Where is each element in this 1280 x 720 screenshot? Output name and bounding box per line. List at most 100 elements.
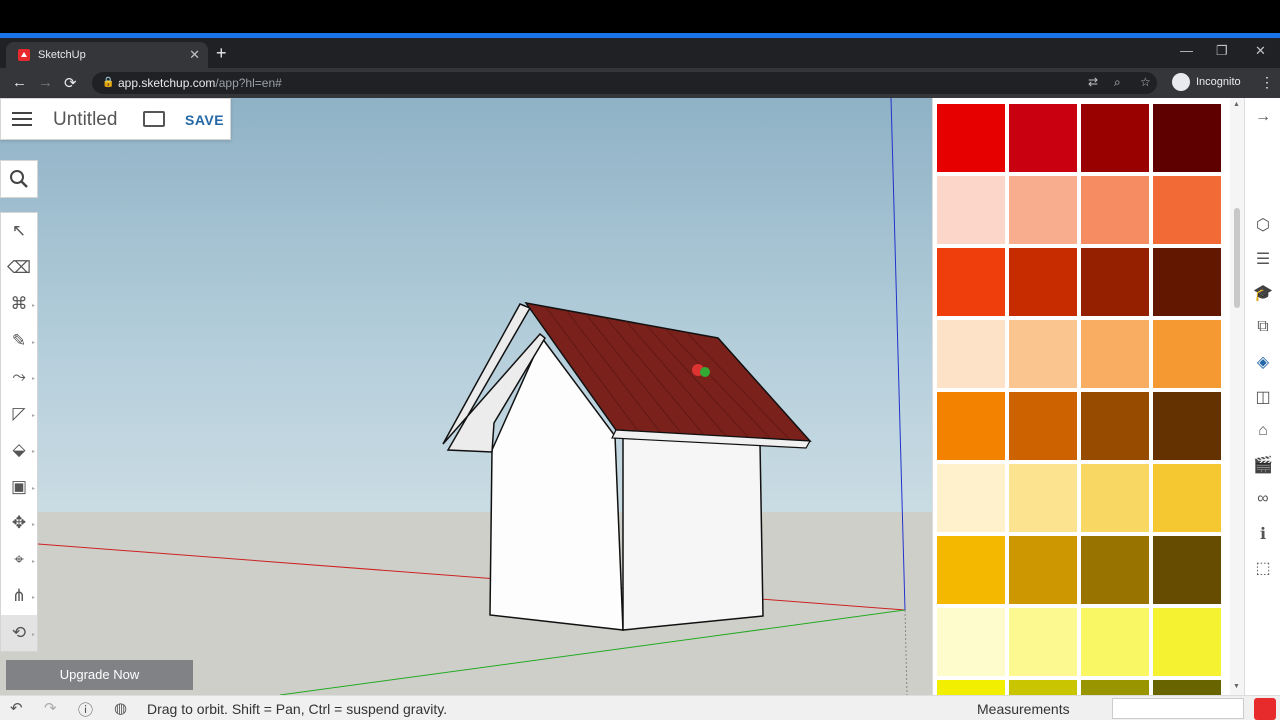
upgrade-now-button[interactable]: Upgrade Now bbox=[6, 660, 193, 690]
open-folder-icon[interactable] bbox=[143, 111, 165, 127]
new-tab-button[interactable]: + bbox=[216, 43, 227, 64]
tab-close-icon[interactable]: ✕ bbox=[189, 47, 200, 63]
color-swatch[interactable] bbox=[1153, 680, 1221, 695]
browser-tab[interactable]: SketchUp ✕ bbox=[6, 42, 208, 68]
scroll-down-icon[interactable]: ▼ bbox=[1233, 683, 1240, 690]
maximize-button[interactable]: ❐ bbox=[1216, 43, 1228, 59]
styles-icon[interactable]: ◫ bbox=[1245, 382, 1280, 412]
paint-bucket-tool[interactable]: ⌘ ▸ bbox=[1, 286, 37, 322]
color-swatch-grid bbox=[937, 104, 1221, 695]
instructor-icon[interactable]: 🎓 bbox=[1245, 278, 1280, 308]
language-globe-icon[interactable]: ◍ bbox=[114, 699, 127, 717]
close-window-button[interactable]: ✕ bbox=[1255, 43, 1266, 59]
move-tool[interactable]: ✥ ▸ bbox=[1, 505, 37, 541]
select-tool[interactable]: ↖ bbox=[1, 213, 37, 249]
arc-tool[interactable]: ⤳ ▸ bbox=[1, 359, 37, 395]
materials-icon[interactable]: ◈ bbox=[1245, 347, 1280, 377]
color-swatch[interactable] bbox=[1081, 320, 1149, 388]
flyout-arrow-icon: ▸ bbox=[31, 303, 35, 309]
orbit-tool[interactable]: ⟲ ▸ bbox=[1, 614, 37, 651]
forward-button[interactable]: → bbox=[38, 74, 53, 91]
rectangle-tool[interactable]: ◸ ▸ bbox=[1, 396, 37, 432]
back-button[interactable]: ← bbox=[12, 74, 27, 91]
components-icon[interactable]: ⧉ bbox=[1245, 312, 1280, 342]
color-swatch[interactable] bbox=[1153, 104, 1221, 172]
color-swatch[interactable] bbox=[1009, 464, 1077, 532]
scenes-icon[interactable]: 🎬 bbox=[1245, 450, 1280, 480]
color-swatch[interactable] bbox=[1153, 248, 1221, 316]
color-swatch[interactable] bbox=[1009, 104, 1077, 172]
color-swatch[interactable] bbox=[1009, 176, 1077, 244]
scroll-thumb[interactable] bbox=[1234, 208, 1240, 308]
save-button[interactable]: SAVE bbox=[185, 112, 224, 128]
entity-info-icon[interactable]: ⬡ bbox=[1245, 210, 1280, 240]
flyout-arrow-icon: ▸ bbox=[31, 485, 35, 492]
color-swatch[interactable] bbox=[937, 176, 1005, 244]
search-tools-button[interactable] bbox=[0, 160, 38, 198]
solid-inspector-icon[interactable]: ⬚ bbox=[1245, 553, 1280, 583]
zoom-icon[interactable]: ⌕ bbox=[1114, 75, 1121, 90]
color-swatch[interactable] bbox=[1009, 608, 1077, 676]
color-swatch[interactable] bbox=[1081, 536, 1149, 604]
model-viewport[interactable] bbox=[0, 98, 932, 695]
color-swatch[interactable] bbox=[1081, 608, 1149, 676]
undo-icon[interactable]: ↶ bbox=[10, 699, 23, 717]
display-icon[interactable]: ∞ bbox=[1245, 484, 1280, 514]
color-swatch[interactable] bbox=[1009, 320, 1077, 388]
flyout-arrow-icon: ▸ bbox=[31, 631, 35, 638]
walk-tool[interactable]: ⋔ ▸ bbox=[1, 578, 37, 614]
tags-icon[interactable]: ⌂ bbox=[1245, 416, 1280, 446]
address-bar[interactable]: 🔒 app.sketchup.com/app?hl=en# bbox=[92, 72, 1157, 94]
color-swatch[interactable] bbox=[1081, 104, 1149, 172]
browser-tab-bar: SketchUp ✕ + — ❐ ✕ bbox=[0, 38, 1280, 68]
color-swatch[interactable] bbox=[937, 104, 1005, 172]
translate-icon[interactable]: ⇄ bbox=[1088, 75, 1098, 89]
color-swatch[interactable] bbox=[1153, 176, 1221, 244]
collapse-panel-icon[interactable]: → bbox=[1245, 102, 1280, 132]
offset-tool[interactable]: ▣ ▸ bbox=[1, 469, 37, 505]
color-swatch[interactable] bbox=[937, 536, 1005, 604]
color-swatch[interactable] bbox=[937, 464, 1005, 532]
color-swatch[interactable] bbox=[1081, 680, 1149, 695]
color-swatch[interactable] bbox=[1081, 392, 1149, 460]
color-swatch[interactable] bbox=[937, 392, 1005, 460]
measurements-input[interactable] bbox=[1112, 698, 1244, 719]
main-menu-icon[interactable] bbox=[12, 112, 32, 126]
redo-icon[interactable]: ↷ bbox=[44, 699, 57, 717]
color-swatch[interactable] bbox=[1153, 392, 1221, 460]
color-swatch[interactable] bbox=[1153, 320, 1221, 388]
color-swatch[interactable] bbox=[1009, 392, 1077, 460]
color-swatch[interactable] bbox=[937, 680, 1005, 695]
panel-tray-rail: → ⬡ ☰ 🎓 ⧉ ◈ ◫ ⌂ 🎬 ∞ ℹ ⬚ bbox=[1244, 98, 1280, 695]
line-tool[interactable]: ✎ ▸ bbox=[1, 323, 37, 359]
outliner-icon[interactable]: ☰ bbox=[1245, 244, 1280, 274]
color-swatch[interactable] bbox=[1009, 536, 1077, 604]
scene-drawing bbox=[37, 98, 908, 695]
color-swatch[interactable] bbox=[1081, 248, 1149, 316]
color-swatch[interactable] bbox=[937, 320, 1005, 388]
document-title[interactable]: Untitled bbox=[53, 109, 117, 131]
browser-menu-icon[interactable]: ⋮ bbox=[1260, 74, 1274, 91]
color-swatch[interactable] bbox=[1009, 248, 1077, 316]
color-swatch[interactable] bbox=[1153, 608, 1221, 676]
minimize-button[interactable]: — bbox=[1180, 43, 1193, 58]
help-icon[interactable]: ⓘ bbox=[78, 699, 93, 720]
model-info-icon[interactable]: ℹ bbox=[1245, 519, 1280, 549]
scroll-up-icon[interactable]: ▲ bbox=[1233, 101, 1240, 108]
color-swatch[interactable] bbox=[1153, 536, 1221, 604]
color-swatch[interactable] bbox=[937, 608, 1005, 676]
screen-top bbox=[0, 0, 1280, 33]
eraser-tool[interactable]: ⌫ bbox=[1, 250, 37, 286]
color-swatch[interactable] bbox=[1009, 680, 1077, 695]
color-swatch[interactable] bbox=[937, 248, 1005, 316]
incognito-badge[interactable]: Incognito bbox=[1172, 73, 1241, 91]
url-host: app.sketchup.com bbox=[118, 76, 216, 90]
push-pull-tool[interactable]: ⬙ ▸ bbox=[1, 432, 37, 468]
bookmark-star-icon[interactable]: ☆ bbox=[1140, 75, 1151, 89]
reload-button[interactable]: ⟳ bbox=[64, 74, 77, 92]
color-swatch[interactable] bbox=[1081, 464, 1149, 532]
panel-scrollbar[interactable]: ▲ ▼ bbox=[1230, 98, 1244, 695]
tape-measure-tool[interactable]: ⌖ ▸ bbox=[1, 542, 37, 578]
color-swatch[interactable] bbox=[1081, 176, 1149, 244]
color-swatch[interactable] bbox=[1153, 464, 1221, 532]
